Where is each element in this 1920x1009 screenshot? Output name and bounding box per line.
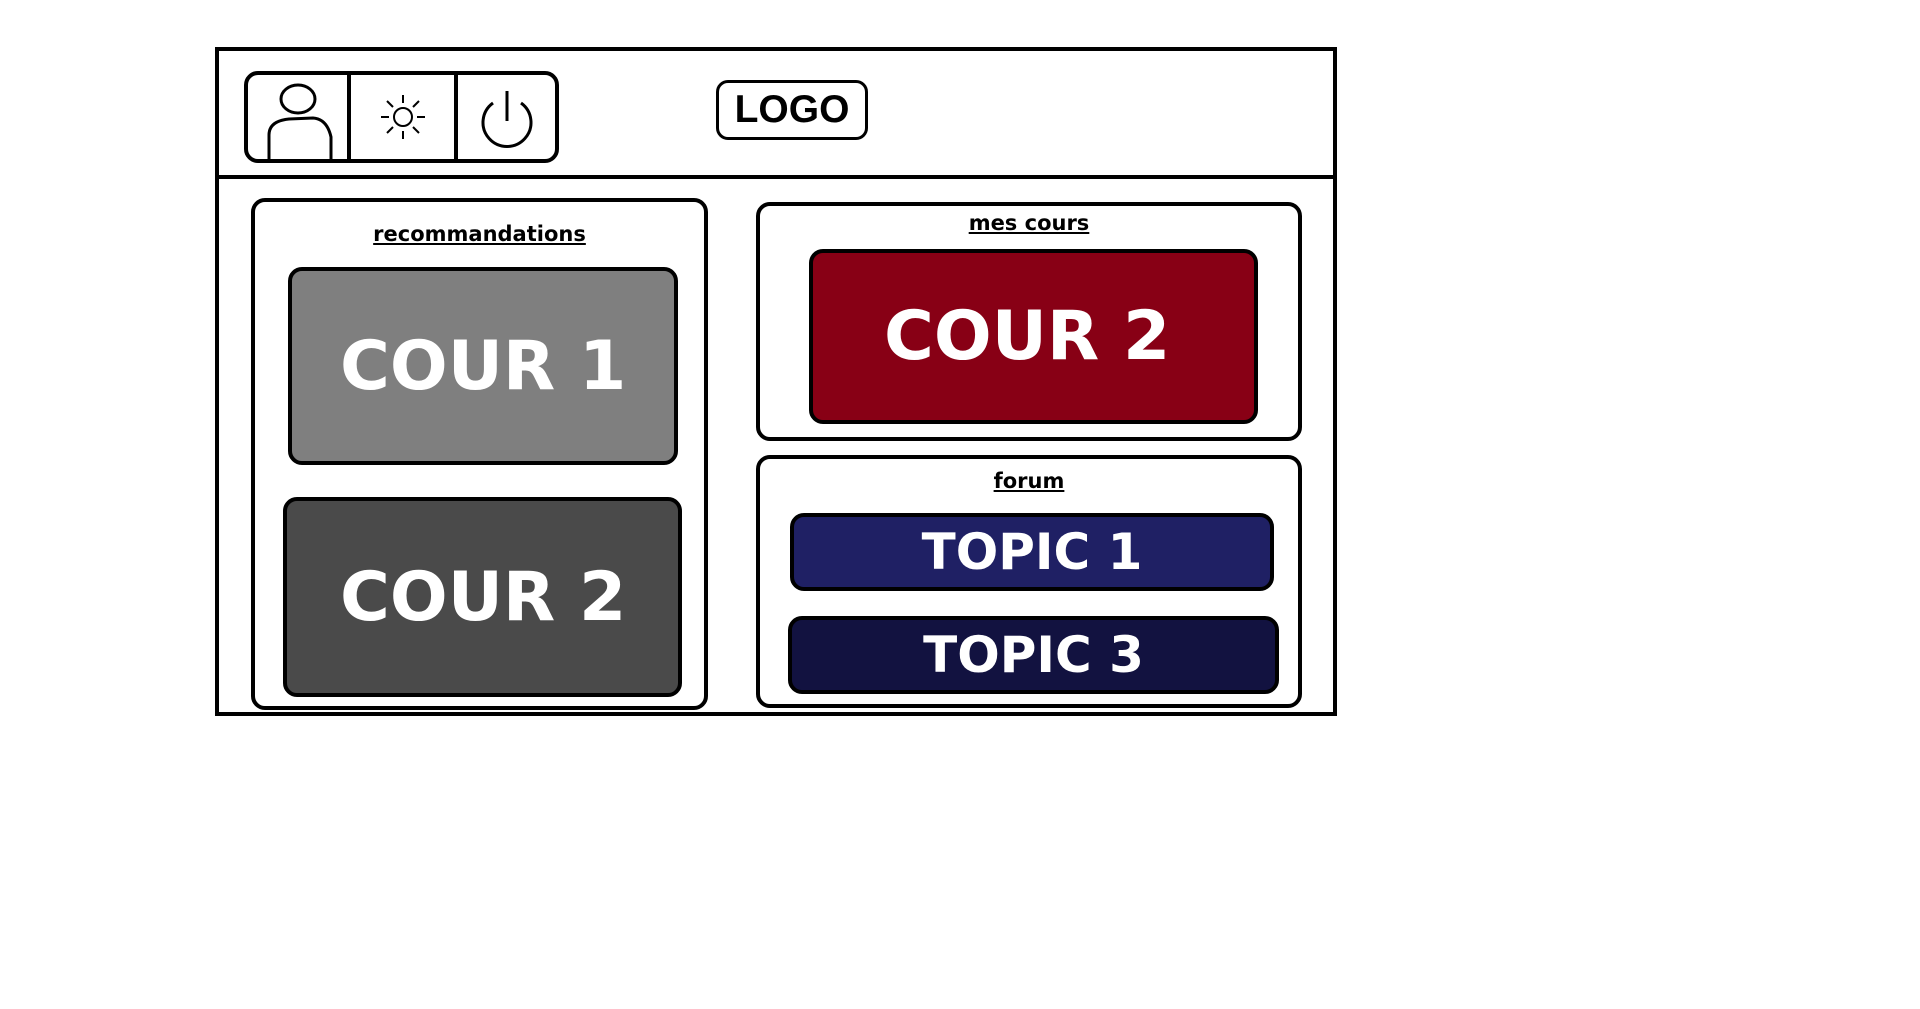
forum-topic[interactable]: TOPIC 1	[790, 513, 1274, 591]
profile-button[interactable]	[248, 75, 351, 159]
logo: LOGO	[716, 80, 868, 140]
forum-title: forum	[993, 469, 1065, 493]
app-window: LOGO recommandations COUR 1 COUR 2 mes c…	[215, 47, 1337, 716]
forum-topic[interactable]: TOPIC 3	[788, 616, 1279, 694]
recommended-course-card[interactable]: COUR 1	[288, 267, 678, 465]
recommandations-panel: recommandations COUR 1 COUR 2	[251, 198, 708, 710]
mes-cours-panel: mes cours COUR 2	[756, 202, 1302, 441]
sun-icon	[380, 95, 425, 139]
user-icon	[267, 83, 332, 159]
recommandations-title: recommandations	[373, 222, 586, 246]
power-icon	[481, 91, 532, 148]
mes-cours-title: mes cours	[968, 211, 1090, 235]
header: LOGO	[219, 51, 1333, 179]
my-course-card[interactable]: COUR 2	[809, 249, 1258, 424]
toolbar	[244, 71, 559, 163]
logout-button[interactable]	[458, 75, 555, 159]
settings-button[interactable]	[351, 75, 458, 159]
recommended-course-card[interactable]: COUR 2	[283, 497, 682, 697]
forum-panel: forum TOPIC 1 TOPIC 3	[756, 455, 1302, 708]
